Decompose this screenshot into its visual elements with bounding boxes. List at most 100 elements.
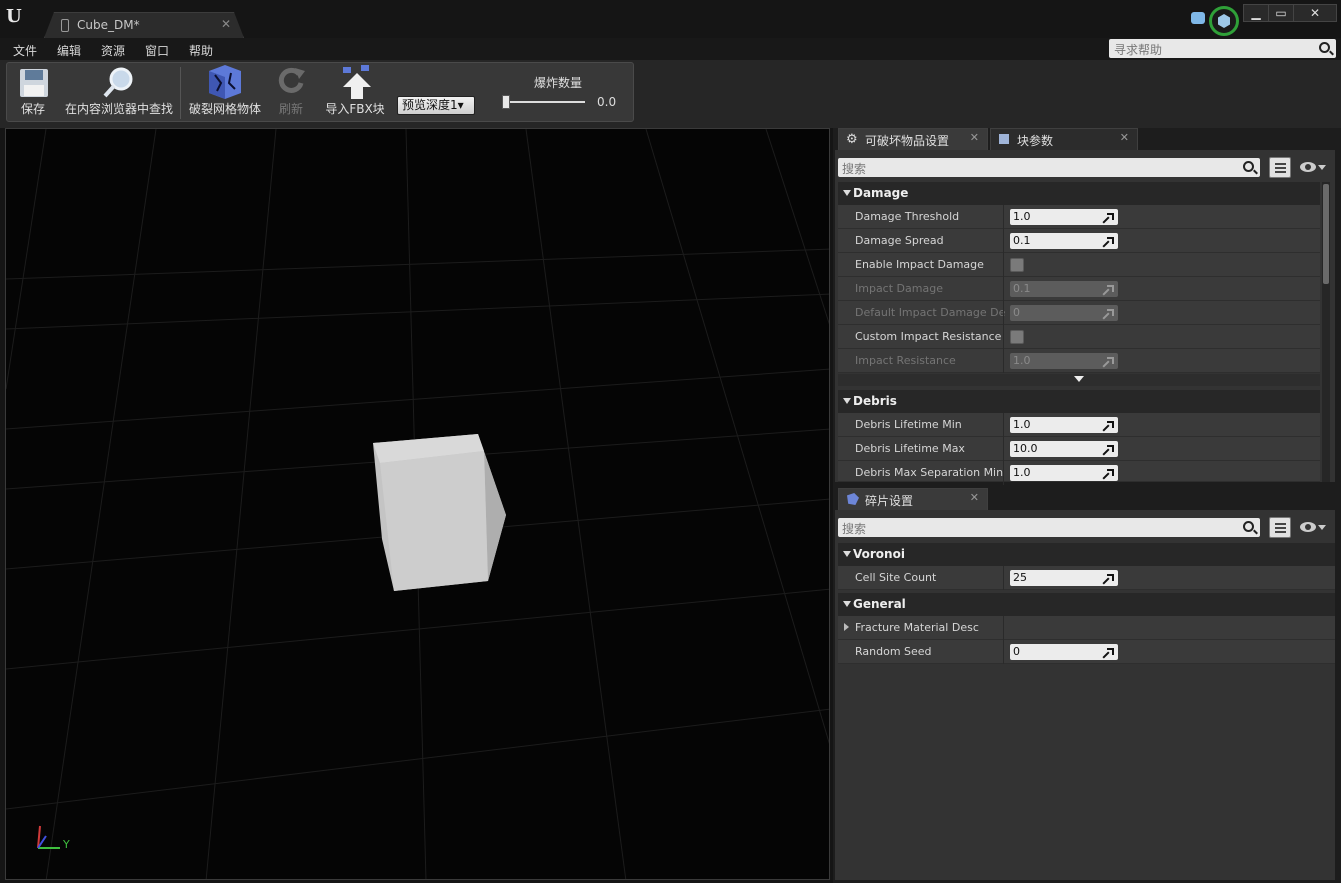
cube-mesh [373, 434, 506, 591]
refresh-icon [278, 67, 305, 93]
cell-site-count-field[interactable]: 25 [1010, 570, 1118, 586]
debris-lifetime-min-field[interactable]: 1.0 [1010, 417, 1118, 433]
drag-resize-icon [1107, 357, 1114, 364]
column-splitter[interactable] [1003, 205, 1004, 229]
fracture-mesh-button[interactable]: 破裂网格物体 [185, 63, 265, 121]
impact-resistance-value: 1.0 [1013, 354, 1031, 367]
import-arrow-icon [343, 65, 371, 99]
preview-depth-dropdown[interactable]: 预览深度1▾ [397, 96, 475, 115]
column-splitter[interactable] [1003, 640, 1004, 664]
find-in-content-browser-button[interactable]: 在内容浏览器中查找 [61, 63, 177, 121]
tab-chunk-parameters[interactable]: 块参数 ✕ [990, 128, 1138, 150]
custom-impact-resistance-checkbox[interactable] [1010, 330, 1024, 344]
default-impact-damage-depth-field: 0 [1010, 305, 1118, 321]
menu-edit[interactable]: 编辑 [57, 42, 81, 59]
tab-fracture-settings-label: 碎片设置 [865, 494, 914, 508]
tab-destructible-settings[interactable]: ⚙ 可破坏物品设置 ✕ [838, 128, 988, 150]
maximize-button[interactable]: ▭ [1268, 4, 1294, 22]
search-icon[interactable] [1319, 42, 1330, 53]
collapse-arrow-icon [843, 551, 851, 557]
column-splitter[interactable] [1003, 616, 1004, 640]
column-splitter[interactable] [1003, 229, 1004, 253]
puzzle-icon [999, 134, 1009, 144]
save-button[interactable]: 保存 [11, 63, 55, 121]
debris-lifetime-max-field[interactable]: 10.0 [1010, 441, 1118, 457]
cell-site-count-value: 25 [1013, 571, 1027, 584]
refresh-button[interactable]: 刷新 [269, 63, 313, 121]
property-name: Custom Impact Resistance [855, 330, 1002, 343]
tab-fracture-settings[interactable]: 碎片设置 ✕ [838, 488, 988, 510]
property-row[interactable]: Fracture Material Desc [838, 616, 1335, 640]
menu-file[interactable]: 文件 [13, 42, 37, 59]
search-icon[interactable] [1243, 521, 1254, 532]
tab-close-icon[interactable]: ✕ [970, 131, 979, 144]
category-damage[interactable]: Damage [838, 182, 1320, 205]
visibility-filter-eye-icon[interactable] [1300, 520, 1326, 534]
chat-icon[interactable] [1191, 12, 1205, 24]
random-seed-value: 0 [1013, 645, 1020, 658]
column-splitter[interactable] [1003, 413, 1004, 437]
property-name: Debris Lifetime Max [855, 442, 965, 455]
drag-resize-icon[interactable] [1107, 648, 1114, 655]
visibility-filter-eye-icon[interactable] [1300, 160, 1326, 174]
column-splitter[interactable] [1003, 325, 1004, 349]
minimize-button[interactable]: ▁ [1243, 4, 1269, 22]
property-name: Impact Resistance [855, 354, 956, 367]
column-splitter[interactable] [1003, 301, 1004, 325]
view-options-button[interactable] [1269, 157, 1291, 178]
destructible-mesh-icon [61, 19, 69, 32]
column-splitter[interactable] [1003, 253, 1004, 277]
document-tab[interactable]: Cube_DM* ✕ [44, 12, 244, 38]
debris-max-separation-min-field[interactable]: 1.0 [1010, 465, 1118, 481]
property-name: Enable Impact Damage [855, 258, 984, 271]
menu-window[interactable]: 窗口 [145, 42, 169, 59]
damage-spread-field[interactable]: 0.1 [1010, 233, 1118, 249]
property-name: Impact Damage [855, 282, 943, 295]
drag-resize-icon[interactable] [1107, 237, 1114, 244]
drag-resize-icon[interactable] [1107, 469, 1114, 476]
document-tab-close-icon[interactable]: ✕ [221, 17, 231, 31]
magnifier-icon [103, 67, 133, 98]
show-advanced-button[interactable] [838, 374, 1320, 386]
drag-resize-icon[interactable] [1107, 213, 1114, 220]
column-splitter[interactable] [1003, 461, 1004, 485]
scrollbar[interactable] [1322, 182, 1330, 482]
menu-asset[interactable]: 资源 [101, 42, 125, 59]
drag-resize-icon[interactable] [1107, 574, 1114, 581]
category-debris[interactable]: Debris [838, 390, 1320, 413]
explode-amount-slider-handle[interactable] [502, 95, 510, 109]
drag-resize-icon[interactable] [1107, 421, 1114, 428]
source-control-icon[interactable] [1209, 6, 1239, 36]
category-voronoi[interactable]: Voronoi [838, 543, 1335, 566]
explode-amount-slider[interactable] [505, 101, 585, 103]
search-icon[interactable] [1243, 161, 1254, 172]
damage-threshold-field[interactable]: 1.0 [1010, 209, 1118, 225]
help-search-input[interactable]: 寻求帮助 [1109, 39, 1336, 58]
column-splitter[interactable] [1003, 437, 1004, 461]
property-name: Damage Spread [855, 234, 944, 247]
property-name: Random Seed [855, 645, 932, 658]
column-splitter[interactable] [1003, 566, 1004, 590]
random-seed-field[interactable]: 0 [1010, 644, 1118, 660]
fracture-settings-icon [847, 493, 859, 505]
preview-viewport[interactable]: Y [5, 128, 830, 880]
details-search-input[interactable]: 搜索 [838, 158, 1260, 177]
drag-resize-icon[interactable] [1107, 445, 1114, 452]
enable-impact-damage-checkbox[interactable] [1010, 258, 1024, 272]
import-fbx-chunks-button[interactable]: 导入FBX块 [319, 63, 391, 121]
column-splitter[interactable] [1003, 349, 1004, 373]
impact-damage-value: 0.1 [1013, 282, 1031, 295]
menu-help[interactable]: 帮助 [189, 42, 213, 59]
fracture-search-input[interactable]: 搜索 [838, 518, 1260, 537]
close-window-button[interactable]: ✕ [1293, 4, 1337, 22]
tab-destructible-settings-label: 可破坏物品设置 [865, 134, 950, 148]
property-name: Debris Lifetime Min [855, 418, 962, 431]
document-tab-label: Cube_DM* [77, 18, 140, 32]
tab-close-icon[interactable]: ✕ [970, 491, 979, 504]
expand-arrow-icon[interactable] [844, 623, 849, 631]
category-general[interactable]: General [838, 593, 1335, 616]
scrollbar-thumb[interactable] [1323, 184, 1329, 284]
view-options-button[interactable] [1269, 517, 1291, 538]
column-splitter[interactable] [1003, 277, 1004, 301]
tab-close-icon[interactable]: ✕ [1120, 131, 1129, 144]
